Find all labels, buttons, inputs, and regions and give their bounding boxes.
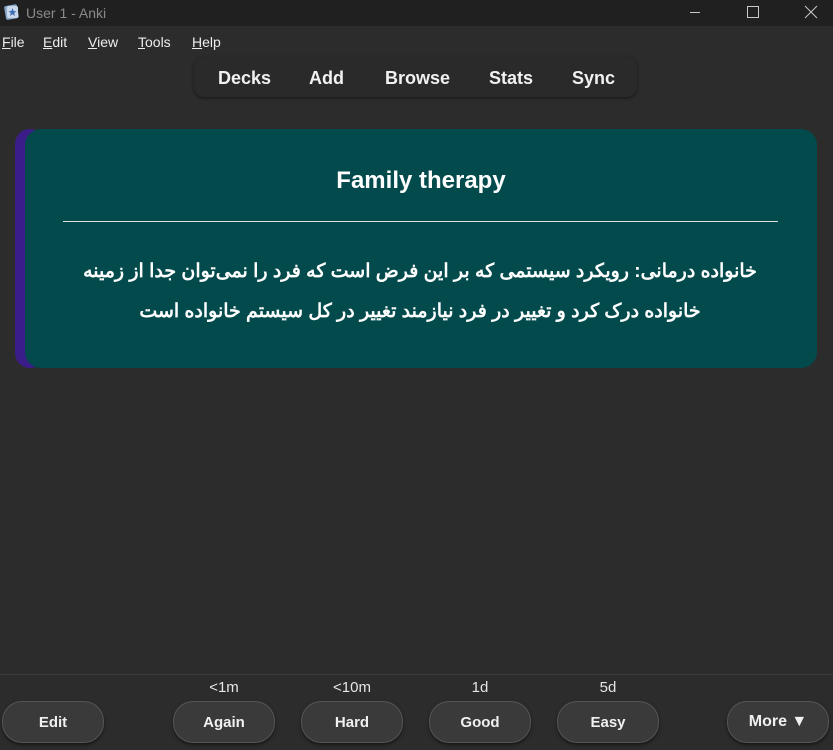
interval-good: 1d: [471, 679, 489, 696]
interval-again: <1m: [209, 679, 239, 696]
nav-browse[interactable]: Browse: [385, 68, 450, 89]
flashcard: [25, 129, 817, 368]
nav-decks[interactable]: Decks: [218, 68, 271, 89]
card-front-text: Family therapy: [336, 167, 506, 194]
minimize-button[interactable]: [672, 0, 718, 26]
window-title: User 1 - Anki: [26, 5, 107, 21]
interval-hard: <10m: [333, 679, 371, 696]
good-button[interactable]: Good: [429, 701, 531, 743]
nav-sync[interactable]: Sync: [572, 68, 615, 89]
top-nav: Decks Add Browse Stats Sync: [194, 57, 637, 97]
interval-easy: 5d: [599, 679, 617, 696]
card-back-text: خانواده درمانی: رویکرد سیستمی که بر این …: [83, 261, 757, 322]
close-button[interactable]: [787, 0, 833, 26]
nav-add[interactable]: Add: [309, 68, 344, 89]
easy-button[interactable]: Easy: [557, 701, 659, 743]
menu-edit[interactable]: Edit: [43, 34, 67, 50]
close-icon: [804, 5, 818, 19]
nav-stats[interactable]: Stats: [489, 68, 533, 89]
bottom-bar: [0, 674, 833, 750]
more-button[interactable]: More ▼: [727, 701, 829, 743]
anki-logo-icon: [4, 4, 19, 20]
menu-view[interactable]: View: [88, 34, 118, 50]
title-bar: User 1 - Anki: [0, 0, 833, 26]
menu-file[interactable]: File: [2, 34, 25, 50]
maximize-icon: [747, 6, 759, 18]
edit-button[interactable]: Edit: [2, 701, 104, 743]
menu-help[interactable]: Help: [192, 34, 221, 50]
maximize-button[interactable]: [729, 0, 775, 26]
menu-tools[interactable]: Tools: [138, 34, 171, 50]
again-button[interactable]: Again: [173, 701, 275, 743]
minimize-icon: [690, 12, 700, 13]
card-divider: [63, 221, 778, 222]
hard-button[interactable]: Hard: [301, 701, 403, 743]
